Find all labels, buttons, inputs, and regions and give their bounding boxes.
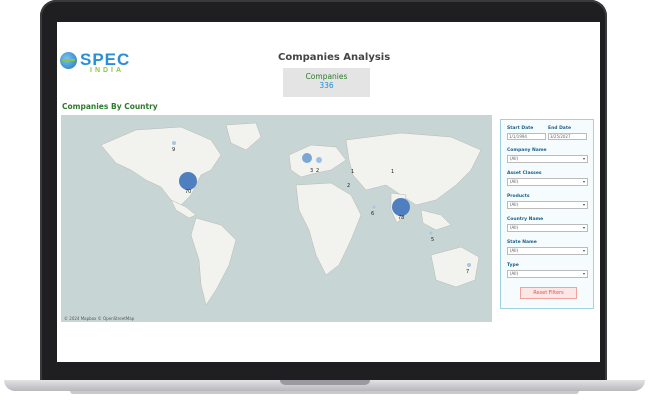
state-name-select[interactable]: (All) ▾ [507,247,588,255]
state-name-label: State Name [507,240,537,245]
map-bubble-usa[interactable] [179,172,197,190]
continents [100,122,482,306]
type-select[interactable]: (All) ▾ [507,270,588,278]
map-bubble-india[interactable] [392,198,410,216]
spec-india-logo: SPEC INDIA [60,50,132,76]
chevron-down-icon: ▾ [582,225,585,230]
company-name-value: (All) [510,156,519,161]
chevron-down-icon: ▾ [582,271,585,276]
bubble-label-turkey: 1 [351,169,354,175]
products-label: Products [507,194,530,199]
laptop-foot [70,391,579,394]
companies-kpi-card: Companies 336 [283,68,370,97]
bubble-label-italy: 2 [316,168,319,174]
world-map[interactable]: 70 78 9 3 2 1 1 6 5 7 2 © 2024 Mapbox © … [61,115,492,322]
type-value: (All) [510,271,519,276]
country-name-value: (All) [510,225,519,230]
map-title: Companies By Country [62,102,158,111]
chevron-down-icon: ▾ [582,156,585,161]
globe-icon [60,52,77,69]
asset-classes-value: (All) [510,179,519,184]
bubble-label-france: 3 [310,168,313,174]
products-value: (All) [510,202,519,207]
map-bubble-uk[interactable] [302,153,312,163]
country-name-label: Country Name [507,217,544,222]
map-bubble-singapore[interactable] [429,231,433,235]
start-date-input[interactable]: 1/1/1994 [507,133,546,140]
end-date-input[interactable]: 3/25/2027 [548,133,587,140]
reset-filters-button[interactable]: Reset Filters [520,287,577,299]
bubble-label-egypt: 2 [347,183,350,189]
filters-panel: Start Date End Date 1/1/1994 3/25/2027 C… [500,119,594,309]
asset-classes-label: Asset Classes [507,171,542,176]
laptop-notch [280,380,370,385]
chevron-down-icon: ▾ [582,202,585,207]
page-title: Companies Analysis [278,52,391,63]
bubble-label-india: 78 [398,215,404,221]
products-select[interactable]: (All) ▾ [507,201,588,209]
map-bubble-canada[interactable] [172,141,176,145]
state-name-value: (All) [510,248,519,253]
chevron-down-icon: ▾ [582,179,585,184]
asset-classes-select[interactable]: (All) ▾ [507,178,588,186]
map-bubble-germany[interactable] [316,157,322,163]
bubble-label-singapore: 5 [431,237,434,243]
map-graphic: 70 78 9 3 2 1 1 6 5 7 2 [100,122,482,306]
kpi-label: Companies [305,72,348,81]
company-name-label: Company Name [507,148,547,153]
start-date-label: Start Date [507,126,534,131]
logo-text-bottom: INDIA [90,67,125,74]
chevron-down-icon: ▾ [582,248,585,253]
map-attribution: © 2024 Mapbox © OpenStreetMap [64,316,135,321]
bubble-label-usa: 70 [185,189,191,195]
country-name-select[interactable]: (All) ▾ [507,224,588,232]
company-name-select[interactable]: (All) ▾ [507,155,588,163]
dashboard-screen: SPEC INDIA Companies Analysis Companies … [57,22,600,362]
end-date-label: End Date [548,126,572,131]
bubble-label-canada: 9 [172,147,175,153]
kpi-value: 336 [319,81,334,90]
bubble-label-australia: 7 [466,269,469,275]
map-bubble-australia[interactable] [467,263,471,267]
bubble-label-uae: 6 [371,211,374,217]
type-label: Type [507,263,519,268]
bubble-label-russia: 1 [391,169,394,175]
map-bubble-uae[interactable] [372,205,376,209]
